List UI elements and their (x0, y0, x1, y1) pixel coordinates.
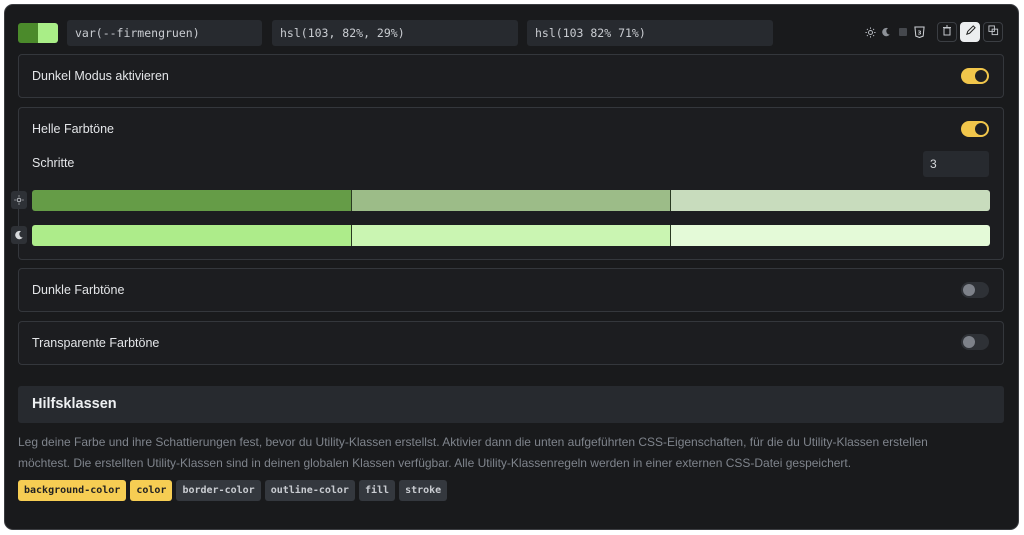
light-tints-label: Helle Farbtöne (32, 122, 114, 136)
light-shade-2[interactable] (350, 190, 671, 211)
utility-chip-fill[interactable]: fill (358, 480, 396, 501)
dark-shade-1[interactable] (32, 225, 351, 246)
delete-button[interactable] (937, 22, 957, 42)
light-shade-1[interactable] (32, 190, 351, 211)
light-shade-3[interactable] (670, 190, 990, 211)
sun-icon[interactable] (862, 24, 878, 40)
utility-chip-stroke[interactable]: stroke (399, 480, 448, 501)
dark-shade-3[interactable] (670, 225, 990, 246)
utility-chip-color[interactable]: color (130, 480, 173, 501)
utility-property-chips: background-color color border-color outline… (18, 480, 448, 501)
dark-tints-label: Dunkle Farbtöne (32, 283, 125, 297)
utility-chip-border-color[interactable]: border-color (176, 480, 261, 501)
dark-tints-panel (18, 268, 1004, 312)
edit-button[interactable] (960, 22, 980, 42)
light-shade-row (32, 190, 990, 211)
utility-description: Leg deine Farbe und ihre Schattierungen … (18, 435, 928, 470)
dark-shade-row (32, 225, 990, 246)
color-swatch-dark[interactable] (38, 23, 58, 43)
square-icon[interactable] (895, 24, 911, 40)
dark-tints-toggle[interactable] (961, 282, 989, 298)
utility-section-header: Hilfsklassen (18, 386, 1004, 423)
dark-mode-moon-icon (11, 226, 27, 244)
dark-shade-2[interactable] (350, 225, 671, 246)
hsl-dark-field[interactable]: hsl(103 82% 71%) (527, 20, 773, 46)
color-swatch-light[interactable] (18, 23, 38, 43)
light-mode-sun-icon (11, 191, 27, 209)
utility-section-title: Hilfsklassen (32, 396, 117, 412)
css3-icon[interactable]: 3 (911, 24, 927, 40)
transparent-tints-label: Transparente Farbtöne (32, 336, 160, 350)
transparent-tints-toggle[interactable] (961, 334, 989, 350)
steps-input[interactable]: 3 (923, 151, 989, 177)
steps-label: Schritte (32, 156, 75, 170)
variable-name-field[interactable]: var(--firmengruen) (67, 20, 262, 46)
utility-chip-background-color[interactable]: background-color (18, 480, 127, 501)
duplicate-button[interactable] (983, 22, 1003, 42)
pencil-icon (965, 25, 976, 39)
trash-icon (942, 25, 952, 39)
dark-mode-toggle[interactable] (961, 68, 989, 84)
light-tints-toggle[interactable] (961, 121, 989, 137)
hsl-light-field[interactable]: hsl(103, 82%, 29%) (272, 20, 518, 46)
moon-icon[interactable] (878, 24, 894, 40)
dark-mode-label: Dunkel Modus aktivieren (32, 69, 169, 83)
copy-icon (987, 25, 999, 39)
utility-chip-outline-color[interactable]: outline-color (264, 480, 355, 501)
svg-text:3: 3 (917, 30, 921, 36)
transparent-tints-panel (18, 321, 1004, 365)
